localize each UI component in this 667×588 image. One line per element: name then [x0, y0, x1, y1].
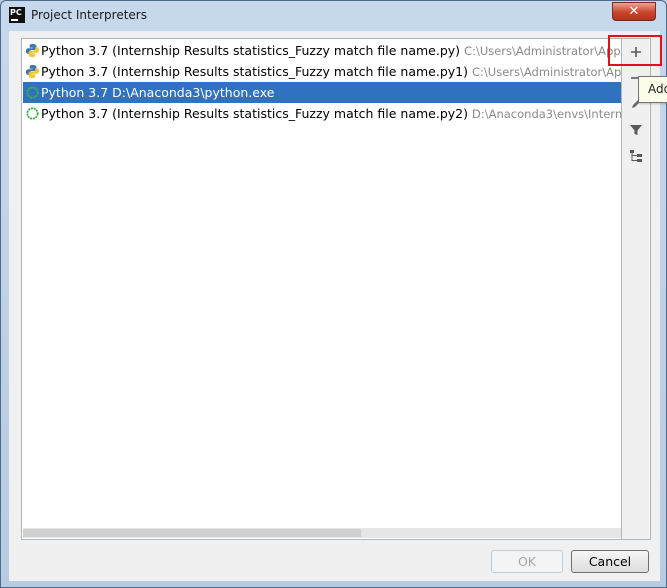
highlight-box: [608, 35, 662, 66]
interpreter-name: Python 3.7 D:\Anaconda3\python.exe: [41, 85, 275, 100]
title-bar: PC Project Interpreters ✕: [1, 1, 666, 31]
conda-ring-icon: [26, 86, 39, 99]
list-item[interactable]: Python 3.7 (Internship Results statistic…: [23, 103, 621, 124]
python-logo-icon: [25, 43, 40, 58]
interpreter-name: Python 3.7 (Internship Results statistic…: [41, 106, 468, 121]
list-item[interactable]: Python 3.7 (Internship Results statistic…: [23, 40, 621, 61]
interpreter-path: C:\Users\Administrator\AppData\Loca: [464, 44, 621, 58]
tree-icon: [630, 150, 642, 162]
project-interpreters-dialog: PC Project Interpreters ✕ Python 3.7 (In…: [0, 0, 667, 588]
list-item-selected[interactable]: Python 3.7 D:\Anaconda3\python.exe: [23, 82, 621, 103]
interpreter-toolbar: [622, 38, 651, 540]
dialog-title: Project Interpreters: [31, 8, 147, 22]
close-button[interactable]: ✕: [612, 2, 656, 21]
python-logo-icon: [25, 64, 40, 79]
conda-ring-icon: [26, 107, 39, 120]
show-paths-button[interactable]: [627, 148, 645, 166]
interpreter-path: D:\Anaconda3\envs\Internship Result: [472, 107, 622, 121]
dialog-body: Python 3.7 (Internship Results statistic…: [9, 31, 660, 581]
horizontal-scrollbar[interactable]: [23, 528, 621, 538]
interpreter-path: C:\Users\Administrator\AppData\Loca: [472, 65, 622, 79]
list-item[interactable]: Python 3.7 (Internship Results statistic…: [23, 61, 621, 82]
interpreter-name: Python 3.7 (Internship Results statistic…: [41, 43, 461, 58]
interpreter-name: Python 3.7 (Internship Results statistic…: [41, 64, 468, 79]
add-tooltip: Add: [638, 76, 667, 103]
filter-icon: [630, 125, 642, 135]
filter-button[interactable]: [627, 122, 645, 140]
ok-button[interactable]: OK: [491, 550, 563, 573]
interpreter-list[interactable]: Python 3.7 (Internship Results statistic…: [21, 38, 622, 540]
scrollbar-thumb[interactable]: [23, 529, 361, 537]
cancel-button[interactable]: Cancel: [571, 550, 649, 573]
pycharm-app-icon: PC: [9, 7, 25, 23]
